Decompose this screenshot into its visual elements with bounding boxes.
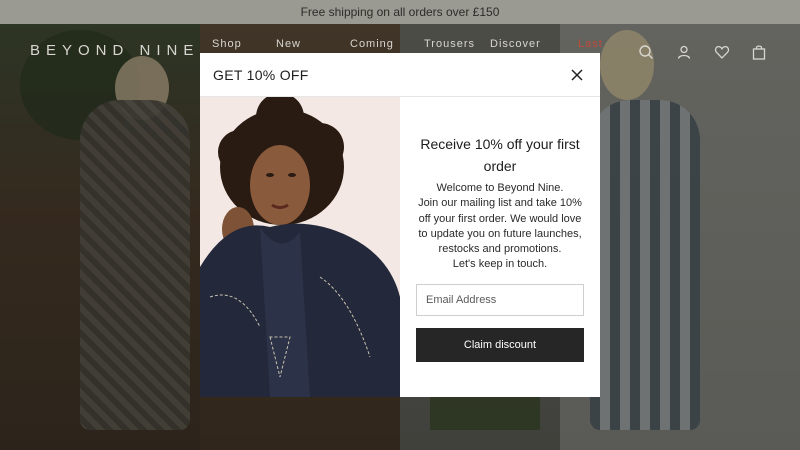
modal-model-photo xyxy=(200,97,400,397)
modal-copy-line: Welcome to Beyond Nine. xyxy=(436,182,564,194)
modal-headline: Receive 10% off your first order xyxy=(420,136,580,174)
modal-copy: Welcome to Beyond Nine. Join our mailing… xyxy=(412,181,588,273)
claim-discount-button[interactable]: Claim discount xyxy=(416,328,584,362)
modal-copy-line: Let's keep in touch. xyxy=(452,258,548,271)
modal-copy-line: Join our mailing list and take 10% xyxy=(418,197,582,210)
nav-item-trousers[interactable]: Trousers xyxy=(424,38,475,50)
nav-item-shop[interactable]: Shop xyxy=(212,38,242,50)
nav-item-discover[interactable]: Discover xyxy=(490,38,541,50)
announcement-bar: Free shipping on all orders over £150 xyxy=(0,0,800,24)
nav-item-new[interactable]: New xyxy=(276,38,301,50)
modal-copy-line: to update you on future launches, xyxy=(418,227,582,240)
wishlist-icon[interactable] xyxy=(714,44,730,60)
modal-copy-line: off your first order. We would love xyxy=(418,212,582,225)
modal-title: GET 10% OFF xyxy=(213,67,309,83)
account-icon[interactable] xyxy=(676,44,692,60)
close-icon[interactable] xyxy=(568,66,586,84)
logo[interactable]: BEYOND NINE xyxy=(30,42,199,59)
announcement-text: Free shipping on all orders over £150 xyxy=(300,5,500,19)
modal-header: GET 10% OFF xyxy=(200,53,600,97)
nav-item-last[interactable]: Last xyxy=(578,38,603,50)
modal-copy-line: restocks and promotions. xyxy=(438,243,562,256)
modal-body: Receive 10% off your first order Welcome… xyxy=(400,97,600,397)
bag-icon[interactable] xyxy=(751,44,767,60)
search-icon[interactable] xyxy=(638,44,654,60)
discount-modal: GET 10% OFF Receive 10% off your first o… xyxy=(200,53,600,397)
nav-item-coming[interactable]: Coming xyxy=(350,38,394,50)
email-field[interactable] xyxy=(416,284,584,316)
